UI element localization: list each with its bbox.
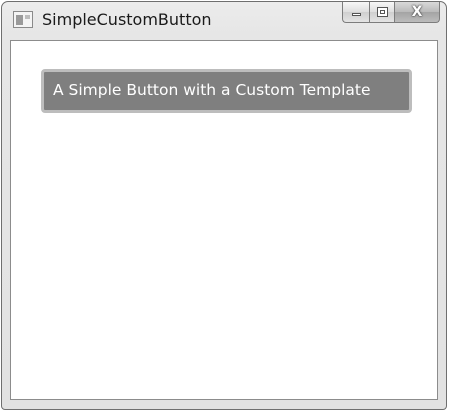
window-title: SimpleCustomButton <box>42 10 212 29</box>
close-icon: X <box>411 4 423 20</box>
caption-buttons: X <box>342 2 440 24</box>
app-icon-pane-small <box>25 15 30 19</box>
custom-template-button[interactable]: A Simple Button with a Custom Template <box>41 69 412 113</box>
minimize-icon <box>352 13 361 16</box>
close-button[interactable]: X <box>395 2 440 23</box>
maximize-icon <box>377 7 388 17</box>
maximize-button[interactable] <box>369 2 395 23</box>
client-area: A Simple Button with a Custom Template <box>10 40 438 400</box>
minimize-button[interactable] <box>342 2 369 23</box>
app-icon-pane <box>16 15 23 25</box>
app-window: SimpleCustomButton X A Simple Button wit… <box>1 1 447 410</box>
custom-button-label: A Simple Button with a Custom Template <box>53 81 371 99</box>
title-bar[interactable]: SimpleCustomButton X <box>2 2 446 40</box>
app-window-icon[interactable] <box>13 11 33 28</box>
